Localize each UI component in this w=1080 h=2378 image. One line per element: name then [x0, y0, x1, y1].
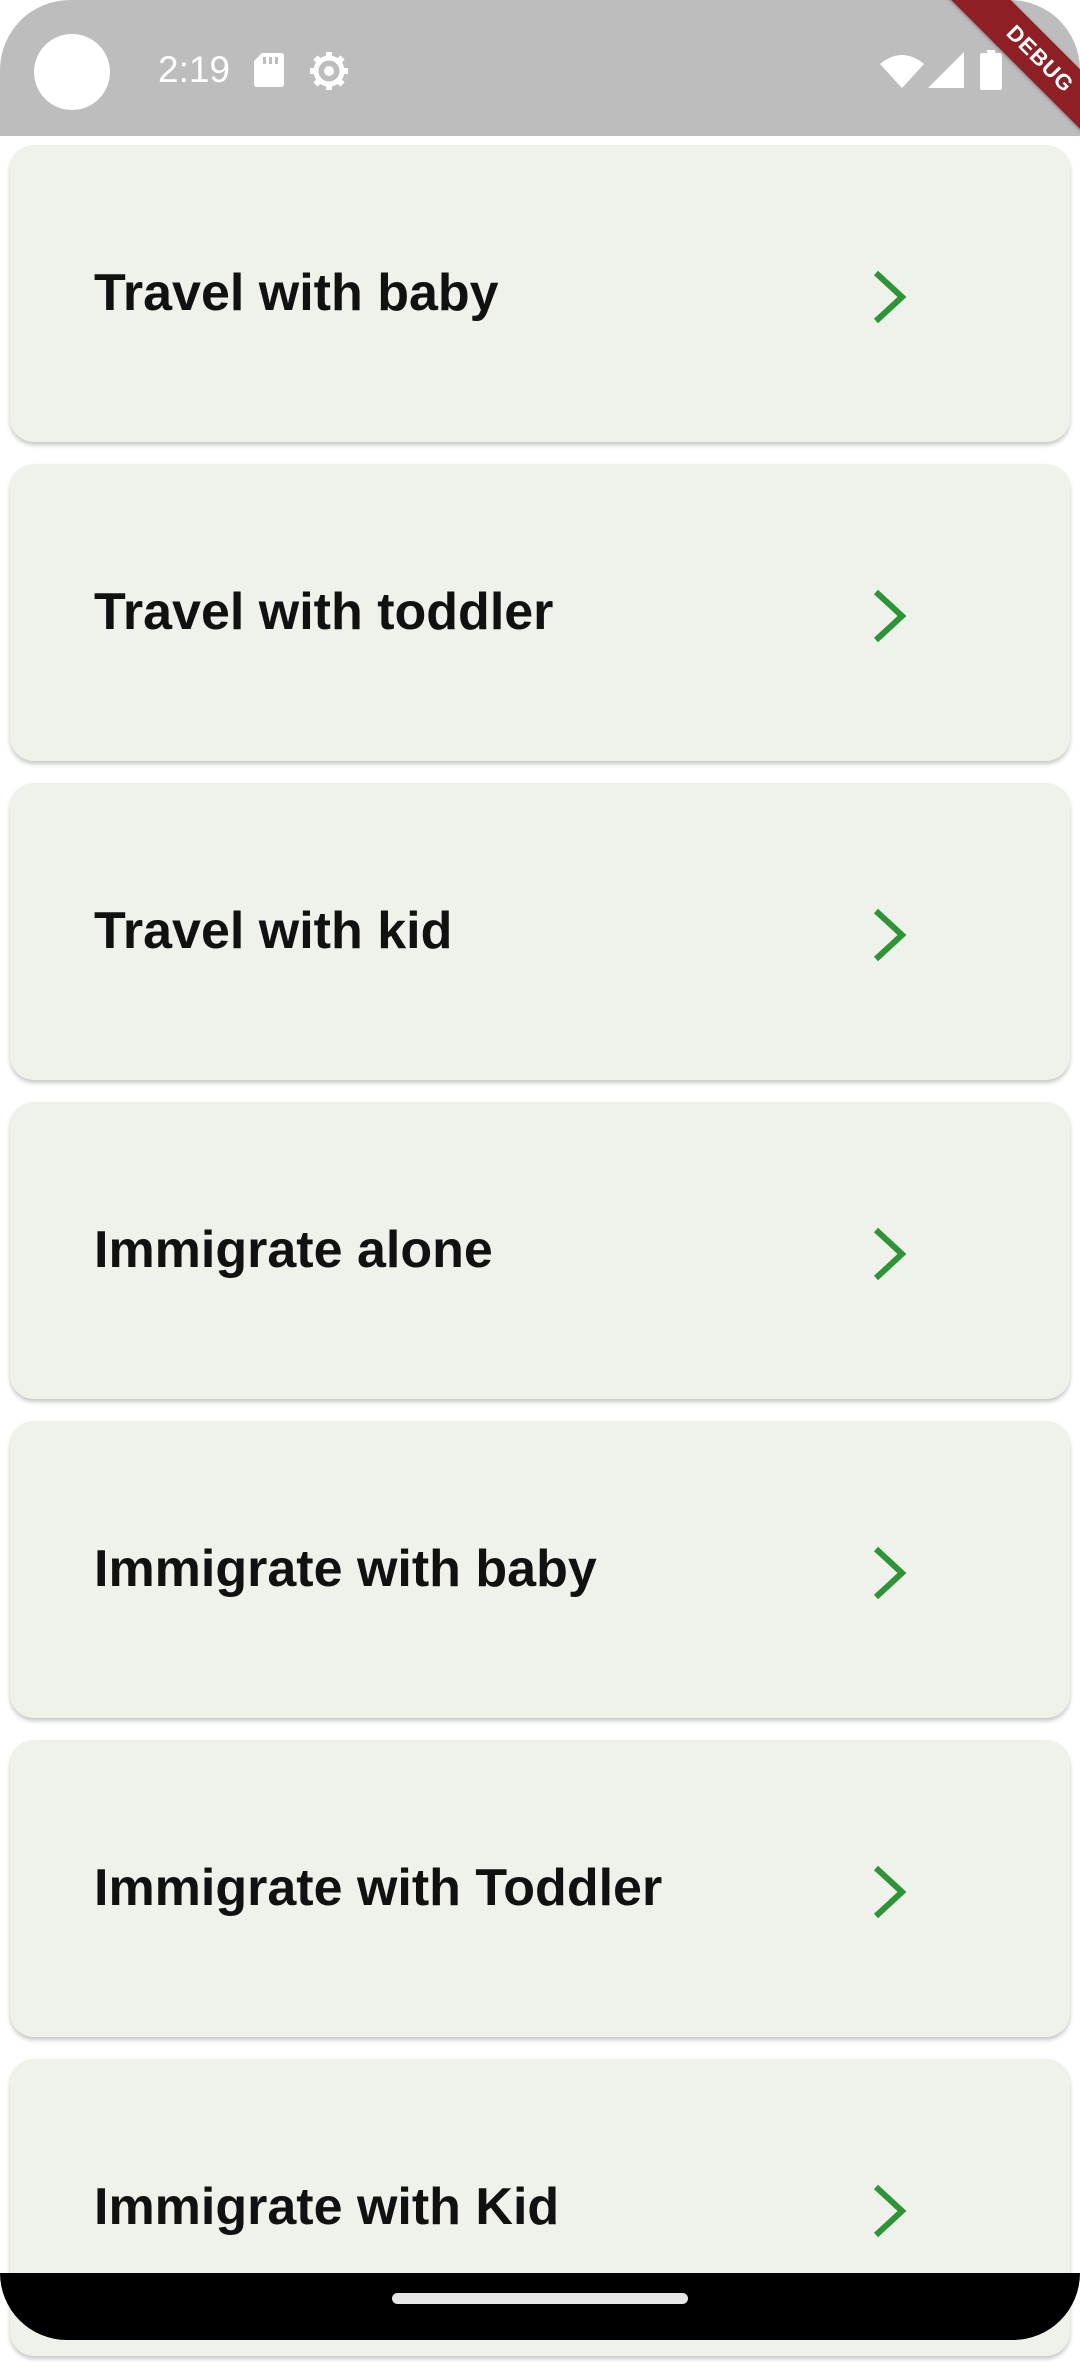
menu-card-label: Travel with baby — [94, 263, 499, 322]
chevron-right-icon — [873, 1865, 907, 1918]
chevron-right-icon — [873, 1227, 907, 1280]
menu-card-label: Travel with kid — [94, 901, 453, 960]
chevron-right-icon — [873, 270, 907, 323]
home-indicator[interactable] — [392, 2293, 688, 2304]
status-bar: 2:19 — [0, 0, 1080, 136]
menu-card-immigrate-with-toddler[interactable]: Immigrate with Toddler — [10, 1740, 1070, 2037]
navigation-bar — [0, 2273, 1080, 2340]
chevron-right-icon — [873, 589, 907, 642]
menu-list: Travel with baby Travel with toddler Tra… — [0, 145, 1080, 2378]
menu-card-label: Immigrate with Kid — [94, 2177, 560, 2236]
wifi-icon — [880, 55, 924, 88]
menu-card-travel-with-baby[interactable]: Travel with baby — [10, 145, 1070, 442]
menu-card-label: Immigrate with Toddler — [94, 1858, 663, 1917]
menu-card-label: Immigrate alone — [94, 1220, 493, 1279]
menu-card-label: Travel with toddler — [94, 582, 554, 641]
battery-icon — [980, 50, 1002, 90]
menu-card-travel-with-kid[interactable]: Travel with kid — [10, 783, 1070, 1080]
menu-card-immigrate-alone[interactable]: Immigrate alone — [10, 1102, 1070, 1399]
chevron-right-icon — [873, 2184, 907, 2237]
menu-card-travel-with-toddler[interactable]: Travel with toddler — [10, 464, 1070, 761]
camera-cutout — [34, 34, 110, 110]
status-time: 2:19 — [158, 49, 231, 90]
sd-card-icon — [254, 53, 284, 87]
menu-card-immigrate-with-baby[interactable]: Immigrate with baby — [10, 1421, 1070, 1718]
chevron-right-icon — [873, 908, 907, 961]
signal-icon — [928, 52, 964, 88]
chevron-right-icon — [873, 1546, 907, 1599]
menu-card-label: Immigrate with baby — [94, 1539, 597, 1598]
settings-gear-icon — [310, 52, 348, 90]
